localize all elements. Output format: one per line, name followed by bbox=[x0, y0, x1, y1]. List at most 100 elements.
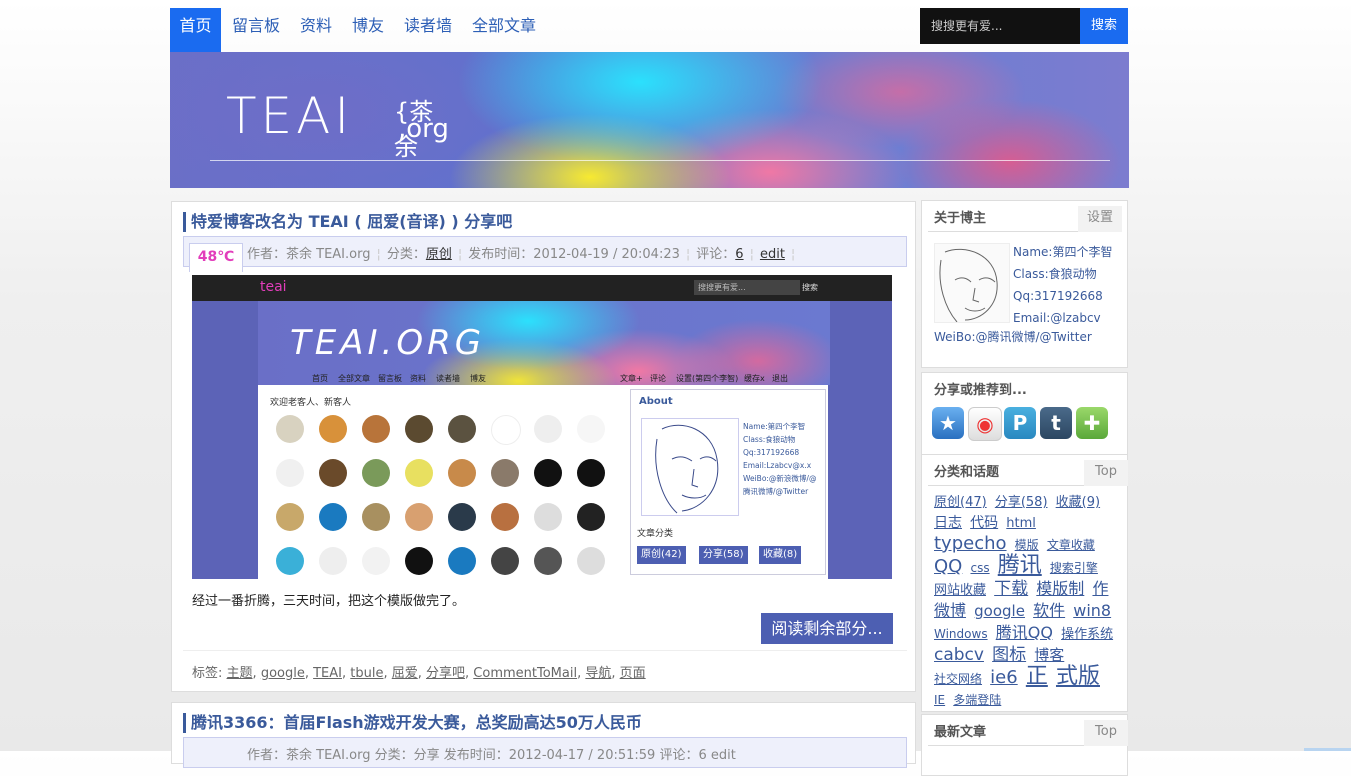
meta-text: 作者：茶余 TEAI.org 分类：分享 发布时间：2012-04-17 / 2… bbox=[247, 748, 736, 763]
tag-cloud-link[interactable]: 腾讯QQ bbox=[996, 623, 1053, 642]
add-more-icon[interactable]: ✚ bbox=[1076, 407, 1108, 439]
tag-cloud-link[interactable]: ie6 bbox=[990, 667, 1018, 688]
reader-avatar bbox=[534, 459, 562, 487]
tag-cloud-link[interactable]: 式版 bbox=[1056, 664, 1100, 689]
reader-avatar bbox=[362, 415, 390, 443]
reader-avatar bbox=[276, 415, 304, 443]
favorite-star-icon[interactable]: ★ bbox=[932, 407, 964, 439]
weibo-icon[interactable]: ◉ bbox=[968, 407, 1002, 441]
widget-title: 分享或推荐到... bbox=[928, 378, 1121, 404]
tag-cloud-link[interactable]: 原创(47) bbox=[934, 495, 987, 510]
search-input[interactable]: 搜搜更有爱... bbox=[920, 8, 1080, 44]
tag-link[interactable]: 屈爱 bbox=[392, 666, 418, 681]
about-weibo[interactable]: WeiBo:@腾讯微博/@Twitter bbox=[934, 328, 1092, 345]
tag-cloud-link[interactable]: 作 bbox=[1092, 579, 1108, 598]
nav-home[interactable]: 首页 bbox=[170, 8, 221, 52]
meta-text: 作者：茶余 TEAI.org ¦ 分类：原创 ¦ 发布时间：2012-04-19 / 2… bbox=[247, 247, 796, 262]
avatar bbox=[934, 243, 1010, 323]
tag-cloud-link[interactable]: 搜索引擎 bbox=[1050, 561, 1098, 575]
reader-avatar bbox=[405, 503, 433, 531]
tag-cloud-link[interactable]: 社交网络 bbox=[934, 672, 982, 686]
tag-cloud-link[interactable]: IE bbox=[934, 693, 945, 707]
tag-cloud-link[interactable]: html bbox=[1006, 516, 1036, 531]
post-meta: 48℃ 作者：茶余 TEAI.org ¦ 分类：原创 ¦ 发布时间：2012-04-19… bbox=[183, 236, 907, 272]
tag-cloud-link[interactable]: typecho bbox=[934, 533, 1007, 554]
reader-avatar bbox=[276, 547, 304, 575]
tag-cloud-link[interactable]: 博客 bbox=[1034, 646, 1064, 664]
about-widget: 关于博主 设置 Name:第四个李智 Class:食狼动物 Qq:3171926… bbox=[921, 200, 1128, 368]
settings-button[interactable]: 设置 bbox=[1078, 206, 1122, 232]
tag-cloud-link[interactable]: cabcv bbox=[934, 645, 984, 665]
publish-time: 发布时间：2012-04-19 / 20:04:23 bbox=[468, 247, 680, 262]
nav-guestbook[interactable]: 留言板 bbox=[232, 8, 280, 44]
tag-cloud-link[interactable]: QQ bbox=[934, 556, 962, 577]
latest-title: 最新文章 bbox=[934, 725, 987, 740]
top-button[interactable]: Top bbox=[1084, 720, 1128, 746]
nav-profile[interactable]: 资料 bbox=[300, 8, 332, 44]
tag-cloud-link[interactable]: css bbox=[970, 561, 989, 575]
tag-cloud-link[interactable]: 下载 bbox=[994, 579, 1028, 599]
site-logo[interactable]: TEAI {茶余 ,org bbox=[226, 86, 449, 161]
tag-cloud-link[interactable]: 文章收藏 bbox=[1047, 538, 1095, 552]
search-button[interactable]: 搜索 bbox=[1080, 8, 1128, 44]
post-tags: 标签: 主题, google, TEAI, tbule, 屈爱, 分享吧, Co… bbox=[192, 666, 646, 681]
post-title[interactable]: 腾讯3366：首届Flash游戏开发大赛，总奖励高达50万人民币 bbox=[183, 713, 642, 733]
reader-avatar bbox=[577, 459, 605, 487]
nav-friends[interactable]: 博友 bbox=[352, 8, 384, 44]
tag-cloud-link[interactable]: 正 bbox=[1026, 664, 1048, 689]
image-info-line: Email:Lzabcv@x.x bbox=[743, 461, 812, 470]
image-nav-item: 留言板 bbox=[378, 374, 402, 383]
tumblr-icon[interactable]: t bbox=[1040, 407, 1072, 439]
edit-link[interactable]: edit bbox=[760, 247, 785, 262]
tag-cloud-link[interactable]: 代码 bbox=[970, 515, 998, 531]
tag-cloud-link[interactable]: 多端登陆 bbox=[953, 693, 1001, 707]
reader-avatar bbox=[362, 459, 390, 487]
tag-cloud-link[interactable]: 网站收藏 bbox=[934, 583, 986, 598]
widget-title: 关于博主 设置 bbox=[928, 206, 1122, 232]
reader-avatar bbox=[362, 503, 390, 531]
reader-avatar bbox=[448, 547, 476, 575]
category-link[interactable]: 原创 bbox=[426, 247, 452, 262]
tag-cloud-link[interactable]: 图标 bbox=[992, 645, 1026, 665]
image-cat-pill: 收藏(8) bbox=[759, 546, 802, 564]
tag-cloud: 原创(47) 分享(58) 收藏(9) 日志 代码 html typecho 模… bbox=[934, 493, 1119, 711]
tag-cloud-link[interactable]: win8 bbox=[1073, 601, 1111, 620]
tag-cloud-link[interactable]: google bbox=[974, 602, 1025, 620]
tag-cloud-link[interactable]: 软件 bbox=[1033, 601, 1065, 620]
reader-avatar bbox=[448, 459, 476, 487]
tag-link[interactable]: google bbox=[261, 666, 305, 681]
tag-link[interactable]: 页面 bbox=[620, 666, 646, 681]
reader-avatar bbox=[491, 547, 519, 575]
tag-cloud-link[interactable]: 操作系统 bbox=[1061, 627, 1113, 642]
comments-link[interactable]: 6 bbox=[735, 247, 743, 262]
tag-cloud-link[interactable]: 模版制 bbox=[1036, 579, 1084, 598]
tag-link[interactable]: CommentToMail bbox=[473, 666, 577, 681]
image-about-panel: About Name:第四个李智 Class:食狼动物 Qq:317192668… bbox=[630, 389, 826, 575]
post-title[interactable]: 特爱博客改名为 TEAI ( 屈爱(音译) ) 分享吧 bbox=[183, 212, 512, 232]
tag-cloud-link[interactable]: 收藏(9) bbox=[1056, 495, 1100, 510]
nav-all-articles[interactable]: 全部文章 bbox=[472, 8, 536, 44]
tag-link[interactable]: TEAI bbox=[313, 666, 342, 681]
top-button[interactable]: Top bbox=[1084, 460, 1128, 486]
latest-widget: 最新文章 Top bbox=[921, 714, 1128, 776]
tag-cloud-link[interactable]: Windows bbox=[934, 627, 988, 641]
tag-link[interactable]: tbule bbox=[350, 666, 383, 681]
tag-cloud-link[interactable]: 腾讯 bbox=[998, 553, 1042, 578]
tag-cloud-link[interactable]: 日志 bbox=[934, 515, 962, 531]
tag-cloud-link[interactable]: 模版 bbox=[1015, 538, 1039, 552]
tag-cloud-link[interactable]: 微博 bbox=[934, 601, 966, 620]
tag-link[interactable]: 导航 bbox=[585, 666, 611, 681]
image-welcome: 欢迎老客人、新客人 bbox=[270, 398, 352, 408]
pinterest-icon[interactable]: P bbox=[1004, 407, 1036, 439]
reader-avatar bbox=[491, 503, 519, 531]
reader-avatar bbox=[319, 415, 347, 443]
image-nav-item: 全部文章 bbox=[338, 374, 370, 383]
tag-link[interactable]: 主题 bbox=[227, 666, 253, 681]
image-nav-item: 退出 bbox=[772, 374, 788, 383]
tag-cloud-link[interactable]: 分享(58) bbox=[995, 495, 1048, 510]
tag-link[interactable]: 分享吧 bbox=[426, 666, 465, 681]
post-meta: 作者：茶余 TEAI.org 分类：分享 发布时间：2012-04-17 / 2… bbox=[183, 737, 907, 768]
nav-reader-wall[interactable]: 读者墙 bbox=[404, 8, 452, 44]
read-more-button[interactable]: 阅读剩余部分... bbox=[761, 613, 893, 644]
about-email[interactable]: Email:@lzabcv bbox=[1013, 307, 1112, 329]
